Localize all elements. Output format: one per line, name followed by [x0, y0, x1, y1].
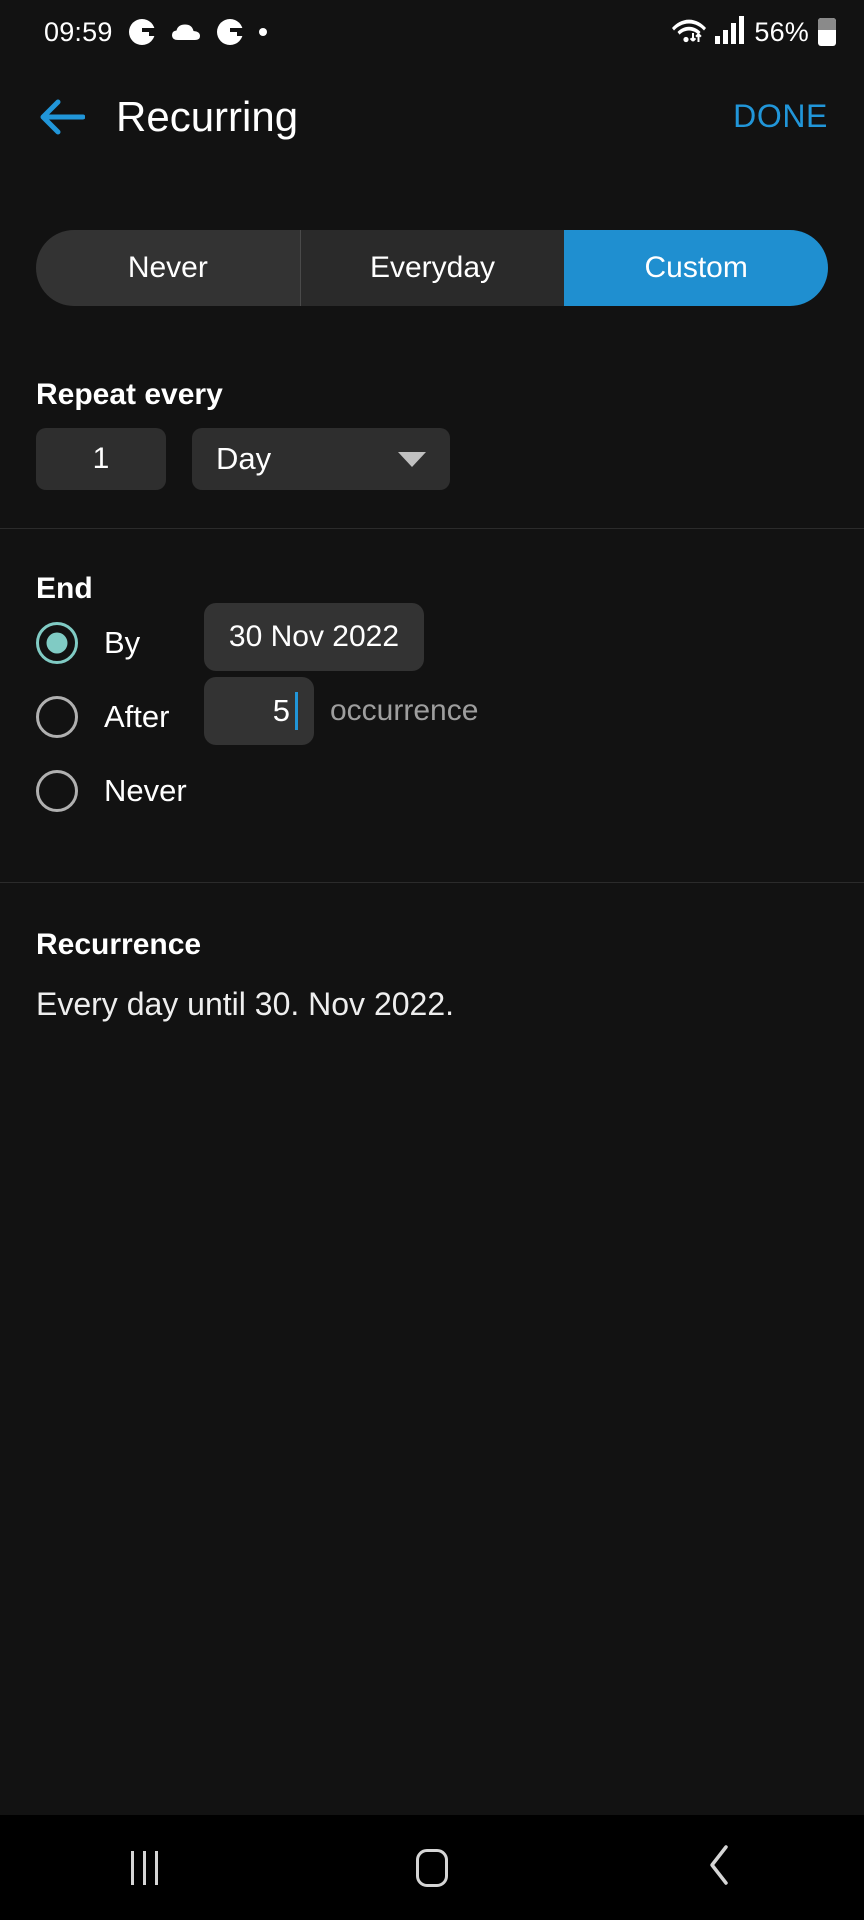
- occurrence-count-value: 5: [272, 693, 290, 728]
- recents-button[interactable]: [84, 1815, 204, 1920]
- recurrence-mode-segmented-control: Never Everyday Custom: [36, 230, 828, 306]
- end-heading: End: [36, 572, 93, 605]
- segment-never[interactable]: Never: [36, 230, 300, 306]
- repeat-every-controls: 1 Day: [36, 428, 450, 490]
- battery-icon: [818, 18, 836, 46]
- app-screen: 09:59 56% Recurring DONE Never Everyday …: [0, 0, 864, 1920]
- repeat-every-section: Repeat every 1 Day: [0, 306, 864, 528]
- dot-icon: [258, 28, 267, 36]
- section-divider: [0, 882, 864, 883]
- app-bar: Recurring DONE: [0, 64, 864, 169]
- repeat-every-heading: Repeat every: [36, 378, 223, 411]
- notification-icons: [128, 19, 267, 45]
- status-clock: 09:59: [44, 16, 113, 47]
- app-g-icon: [216, 19, 243, 45]
- status-bar-right: 56%: [672, 15, 836, 50]
- battery-percent-label: 56%: [754, 16, 809, 47]
- end-option-by-label: By: [104, 625, 141, 660]
- android-navigation-bar: [0, 1815, 864, 1920]
- occurrence-count-input[interactable]: 5: [204, 677, 314, 745]
- repeat-unit-value: Day: [216, 441, 272, 476]
- signal-icon: [715, 15, 745, 49]
- status-bar: 09:59 56%: [0, 0, 864, 64]
- app-g-icon: [128, 19, 155, 45]
- back-arrow-icon[interactable]: [36, 91, 88, 143]
- end-option-after[interactable]: After: [36, 681, 169, 753]
- radio-after[interactable]: [36, 696, 78, 738]
- repeat-unit-dropdown[interactable]: Day: [192, 428, 450, 490]
- done-button[interactable]: DONE: [729, 90, 832, 143]
- cloud-icon: [171, 22, 201, 42]
- text-cursor-icon: [295, 692, 298, 730]
- page-title: Recurring: [116, 92, 299, 140]
- recents-icon: [130, 1850, 158, 1885]
- end-option-never[interactable]: Never: [36, 755, 187, 827]
- recurrence-heading: Recurrence: [36, 928, 202, 961]
- end-date-field[interactable]: 30 Nov 2022: [204, 603, 424, 671]
- segment-custom[interactable]: Custom: [564, 230, 828, 306]
- end-option-never-label: Never: [104, 773, 187, 808]
- end-option-by[interactable]: By: [36, 607, 140, 679]
- home-icon: [416, 1848, 448, 1887]
- occurrence-unit-label: occurrence: [330, 694, 479, 727]
- back-icon: [706, 1843, 734, 1892]
- wifi-icon: [672, 15, 707, 50]
- back-button[interactable]: [660, 1815, 780, 1920]
- chevron-down-icon: [398, 451, 426, 467]
- home-button[interactable]: [372, 1815, 492, 1920]
- recurrence-summary-text: Every day until 30. Nov 2022.: [36, 986, 455, 1022]
- radio-never[interactable]: [36, 770, 78, 812]
- radio-by[interactable]: [36, 622, 78, 664]
- status-bar-left: 09:59: [44, 17, 267, 48]
- end-option-after-label: After: [104, 699, 170, 734]
- repeat-interval-input[interactable]: 1: [36, 428, 166, 490]
- segment-everyday[interactable]: Everyday: [299, 230, 565, 306]
